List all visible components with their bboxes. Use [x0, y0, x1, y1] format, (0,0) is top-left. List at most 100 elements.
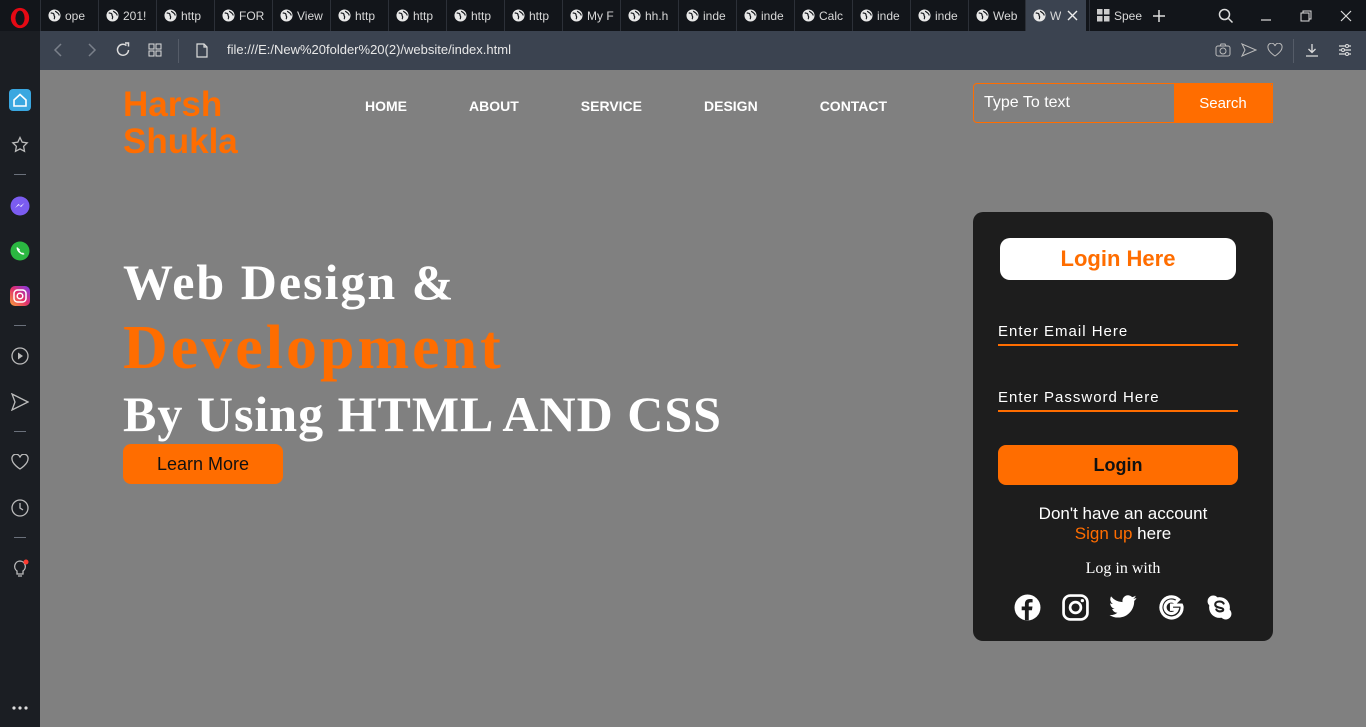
new-tab-icon[interactable]	[1150, 7, 1168, 25]
email-field[interactable]	[998, 318, 1238, 346]
bookmarks-heart-icon[interactable]	[9, 451, 31, 473]
search-input[interactable]	[974, 84, 1174, 122]
close-tab-icon[interactable]	[1067, 10, 1078, 21]
minimize-icon[interactable]	[1257, 7, 1275, 25]
browser-tab[interactable]: Spee	[1089, 0, 1146, 31]
messenger-icon[interactable]	[9, 195, 31, 217]
history-clock-icon[interactable]	[9, 497, 31, 519]
browser-tab[interactable]: http	[388, 0, 445, 31]
site-logo[interactable]: Harsh Shukla	[123, 86, 238, 160]
send-sidebar-icon[interactable]	[9, 391, 31, 413]
browser-tab[interactable]: inde	[736, 0, 793, 31]
bookmark-heart-icon[interactable]	[1267, 42, 1283, 58]
login-button[interactable]: Login	[998, 445, 1238, 485]
snapshot-icon[interactable]	[1215, 42, 1231, 58]
globe-icon	[163, 9, 177, 23]
globe-icon	[105, 9, 119, 23]
browser-tab[interactable]: hh.h	[620, 0, 677, 31]
globe-icon	[917, 9, 931, 23]
social-login-icons	[1013, 593, 1233, 621]
login-title: Login Here	[1000, 238, 1236, 280]
browser-tab[interactable]: My F	[562, 0, 619, 31]
download-icon[interactable]	[1304, 42, 1320, 58]
nav-about[interactable]: ABOUT	[469, 98, 519, 114]
browser-tab[interactable]: inde	[852, 0, 909, 31]
nav-service[interactable]: SERVICE	[581, 98, 642, 114]
nav-home[interactable]: HOME	[365, 98, 407, 114]
login-form: Login Here Login Don't have an account S…	[973, 212, 1273, 641]
back-icon[interactable]	[50, 41, 68, 59]
tab-label: hh.h	[645, 8, 669, 23]
search-form: Search	[973, 83, 1273, 123]
browser-tab[interactable]: 201!	[98, 0, 155, 31]
sidebar-separator	[14, 325, 26, 326]
no-account-text: Don't have an account	[1038, 504, 1208, 523]
tab-label: inde	[761, 8, 784, 23]
browser-tab[interactable]: FOR	[214, 0, 271, 31]
browser-tab[interactable]: http	[446, 0, 503, 31]
tab-label: http	[413, 8, 434, 23]
search-tabs-icon[interactable]	[1217, 7, 1235, 25]
logo-line-2: Shukla	[123, 122, 238, 161]
globe-icon	[801, 9, 815, 23]
close-window-icon[interactable]	[1337, 7, 1355, 25]
web-page: Harsh Shukla HOME ABOUT SERVICE DESIGN C…	[40, 70, 1366, 727]
browser-tab[interactable]: Web	[968, 0, 1025, 31]
hero-line-3: By Using HTML AND CSS	[123, 386, 722, 442]
opera-logo-icon[interactable]	[8, 6, 32, 30]
easy-setup-icon[interactable]	[1337, 42, 1353, 58]
address-bar: file:///E:/New%20folder%20(2)/website/in…	[40, 31, 1366, 70]
forward-icon[interactable]	[82, 41, 100, 59]
twitter-icon[interactable]	[1109, 593, 1137, 621]
restore-icon[interactable]	[1297, 7, 1315, 25]
globe-icon	[685, 9, 699, 23]
lightbulb-icon[interactable]	[9, 558, 31, 580]
browser-tab[interactable]: inde	[678, 0, 735, 31]
browser-tab[interactable]: http	[156, 0, 213, 31]
sidebar-separator	[14, 537, 26, 538]
tab-label: http	[471, 8, 492, 23]
player-icon[interactable]	[9, 345, 31, 367]
tab-label: http	[529, 8, 550, 23]
browser-tab[interactable]: inde	[910, 0, 967, 31]
tab-label: Web	[993, 8, 1018, 23]
browser-tab[interactable]: ope	[40, 0, 97, 31]
tab-label: FOR	[239, 8, 265, 23]
speed-dial-star-icon[interactable]	[9, 134, 31, 156]
globe-icon	[221, 9, 235, 23]
facebook-icon[interactable]	[1013, 593, 1041, 621]
password-field[interactable]	[998, 384, 1238, 412]
login-with-text: Log in with	[1085, 560, 1161, 577]
more-options-icon[interactable]	[9, 697, 31, 719]
browser-tab[interactable]: http	[330, 0, 387, 31]
address-separator-right	[1293, 39, 1294, 63]
tab-grid-icon[interactable]	[146, 41, 164, 59]
instagram-sidebar-icon[interactable]	[9, 285, 31, 307]
tab-label: http	[355, 8, 376, 23]
nav-design[interactable]: DESIGN	[704, 98, 758, 114]
tab-label: W	[1050, 8, 1062, 23]
browser-tab[interactable]: View	[272, 0, 329, 31]
signup-link[interactable]: Sign up	[1075, 524, 1133, 543]
google-icon[interactable]	[1157, 593, 1185, 621]
globe-icon	[395, 9, 409, 23]
learn-more-button[interactable]: Learn More	[123, 444, 283, 484]
browser-tab[interactable]: http	[504, 0, 561, 31]
sidebar-separator	[14, 174, 26, 175]
home-icon[interactable]	[9, 89, 31, 111]
instagram-icon[interactable]	[1061, 593, 1089, 621]
search-button[interactable]: Search	[1174, 83, 1272, 123]
whatsapp-icon[interactable]	[9, 240, 31, 262]
address-separator	[178, 39, 179, 63]
skype-icon[interactable]	[1205, 593, 1233, 621]
globe-icon	[859, 9, 873, 23]
globe-icon	[743, 9, 757, 23]
browser-tab[interactable]: W	[1025, 0, 1086, 31]
tab-label: inde	[877, 8, 900, 23]
send-icon[interactable]	[1241, 42, 1257, 58]
reload-icon[interactable]	[114, 41, 132, 59]
url-field[interactable]: file:///E:/New%20folder%20(2)/website/in…	[227, 42, 511, 57]
nav-contact[interactable]: CONTACT	[820, 98, 887, 114]
browser-tab[interactable]: Calc	[794, 0, 851, 31]
tab-bar: ope 201! http FOR View http http http http My F hh…	[0, 0, 1366, 31]
